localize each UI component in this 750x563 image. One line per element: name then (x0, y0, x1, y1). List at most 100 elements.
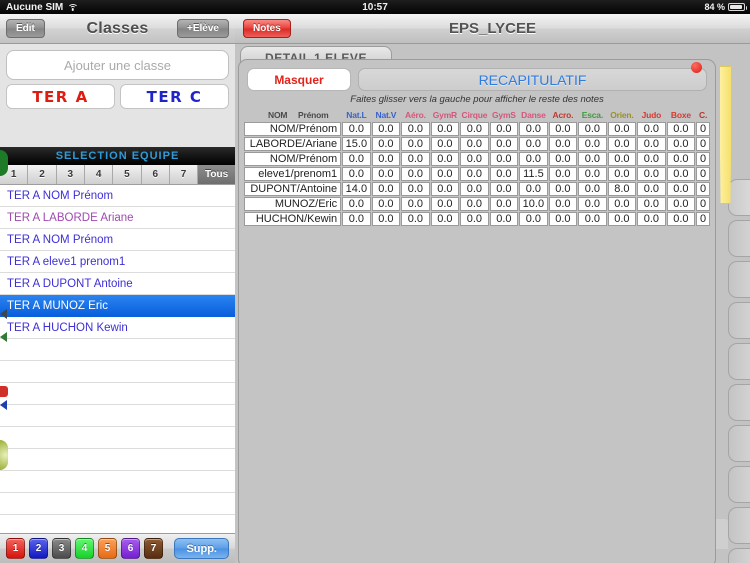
grade-cell[interactable]: 0.0 (578, 122, 607, 136)
table-row[interactable]: NOM/Prénom 0.0 0.0 0.0 0.0 0.0 0.0 0.0 0… (244, 122, 710, 136)
grade-cell[interactable]: 0.0 (371, 152, 401, 166)
grade-cell[interactable]: 0.0 (578, 152, 607, 166)
grade-cell[interactable]: 0.0 (430, 152, 460, 166)
column-header-gyms[interactable]: GymS (490, 110, 519, 121)
grade-cell[interactable]: 0.0 (548, 182, 578, 196)
table-row[interactable]: eleve1/prenom1 0.0 0.0 0.0 0.0 0.0 0.0 1… (244, 167, 710, 181)
list-item[interactable]: TER A NOM Prénom (0, 229, 235, 251)
bookmark-tab-icon[interactable] (719, 66, 732, 204)
grade-cell[interactable]: 0 (696, 212, 710, 226)
side-tab[interactable] (728, 384, 750, 421)
column-header-gymr[interactable]: GymR (431, 110, 460, 121)
grade-cell[interactable]: 14.0 (342, 182, 371, 196)
grade-cell[interactable]: 0 (696, 137, 710, 151)
grade-cell[interactable]: 0.0 (401, 167, 430, 181)
column-header-cirque[interactable]: Cirque (460, 110, 489, 121)
table-row[interactable]: MUNOZ/Eric 0.0 0.0 0.0 0.0 0.0 0.0 10.0 … (244, 197, 710, 211)
grade-cell[interactable]: 0.0 (519, 137, 548, 151)
grade-cell[interactable]: 0.0 (430, 182, 460, 196)
side-tab[interactable] (728, 507, 750, 544)
grade-cell[interactable]: 0.0 (578, 212, 607, 226)
grade-cell[interactable]: 0.0 (401, 152, 430, 166)
grade-cell[interactable]: 0.0 (489, 167, 519, 181)
grade-cell[interactable]: 0.0 (607, 212, 637, 226)
grade-cell[interactable]: 0.0 (666, 137, 696, 151)
grade-cell[interactable]: 10.0 (519, 197, 548, 211)
grade-cell[interactable]: 11.5 (519, 167, 548, 181)
green-arrow-marker-icon[interactable] (0, 332, 7, 342)
grade-cell[interactable]: 0.0 (666, 122, 696, 136)
grade-cell[interactable]: 0.0 (578, 197, 607, 211)
grade-cell[interactable]: 0.0 (578, 182, 607, 196)
grade-cell[interactable]: 0.0 (519, 182, 548, 196)
list-item-selected[interactable]: TER A MUNOZ Eric (0, 295, 235, 317)
grade-cell[interactable]: 0.0 (342, 212, 371, 226)
side-tab[interactable] (728, 548, 750, 563)
grade-cell[interactable]: 0.0 (519, 152, 548, 166)
grade-cell[interactable]: 0.0 (401, 122, 430, 136)
segment-6[interactable]: 6 (141, 165, 170, 184)
grade-cell[interactable]: 0.0 (489, 122, 519, 136)
grade-cell[interactable]: 8.0 (607, 182, 637, 196)
column-header-nat-v[interactable]: Nat.V (372, 110, 401, 121)
segment-tous[interactable]: Tous (198, 165, 235, 184)
add-student-button[interactable]: +Elève (177, 19, 229, 38)
grade-cell[interactable]: 0.0 (401, 182, 430, 196)
grade-cell[interactable]: 0.0 (607, 137, 637, 151)
grade-cell[interactable]: 0.0 (401, 137, 430, 151)
column-header-esca[interactable]: Esca. (578, 110, 607, 121)
team-color-button-2[interactable]: 2 (29, 538, 48, 559)
side-tab[interactable] (728, 343, 750, 380)
grade-cell[interactable]: 0.0 (489, 182, 519, 196)
dark-arrow-marker-icon[interactable] (0, 309, 7, 319)
grade-cell[interactable]: 0.0 (666, 197, 696, 211)
red-marker-icon[interactable] (0, 386, 8, 397)
grade-cell[interactable]: 0.0 (371, 122, 401, 136)
compass-marker-icon[interactable] (0, 440, 8, 470)
grade-cell[interactable]: 0.0 (637, 122, 666, 136)
table-row[interactable]: HUCHON/Kewin 0.0 0.0 0.0 0.0 0.0 0.0 0.0… (244, 212, 710, 226)
class-chip-ter-c[interactable]: TER C (120, 84, 229, 109)
grade-cell[interactable]: 0 (696, 197, 710, 211)
segment-5[interactable]: 5 (113, 165, 142, 184)
grade-cell[interactable]: 0.0 (637, 212, 666, 226)
edit-button[interactable]: Edit (6, 19, 45, 38)
grade-cell[interactable]: 0.0 (637, 197, 666, 211)
column-header-danse[interactable]: Danse (519, 110, 548, 121)
grade-cell[interactable]: 0.0 (637, 152, 666, 166)
grade-cell[interactable]: 0.0 (637, 137, 666, 151)
notes-button[interactable]: Notes (243, 19, 291, 38)
grade-cell[interactable]: 0 (696, 122, 710, 136)
grade-cell[interactable]: 0.0 (460, 197, 489, 211)
grade-cell[interactable]: 0.0 (430, 137, 460, 151)
side-tab[interactable] (728, 466, 750, 503)
grade-cell[interactable]: 0.0 (548, 137, 578, 151)
grade-cell[interactable]: 0.0 (578, 137, 607, 151)
team-color-button-4[interactable]: 4 (75, 538, 94, 559)
grade-cell[interactable]: 0.0 (342, 122, 371, 136)
grade-cell[interactable]: 0.0 (607, 152, 637, 166)
team-color-button-6[interactable]: 6 (121, 538, 140, 559)
grade-cell[interactable]: 0.0 (460, 167, 489, 181)
grade-cell[interactable]: 0 (696, 167, 710, 181)
team-color-button-3[interactable]: 3 (52, 538, 71, 559)
grade-cell[interactable]: 0.0 (460, 212, 489, 226)
class-chip-ter-a[interactable]: TER A (6, 84, 115, 109)
delete-button[interactable]: Supp. (174, 538, 229, 559)
grade-cell[interactable]: 0.0 (371, 197, 401, 211)
side-tab[interactable] (728, 425, 750, 462)
column-header-boxe[interactable]: Boxe (667, 110, 696, 121)
grade-cell[interactable]: 0.0 (489, 137, 519, 151)
grade-cell[interactable]: 0.0 (666, 212, 696, 226)
grade-cell[interactable]: 0.0 (548, 212, 578, 226)
grade-cell[interactable]: 0.0 (489, 197, 519, 211)
grade-cell[interactable]: 0.0 (430, 122, 460, 136)
team-segment-control[interactable]: 1 2 3 4 5 6 7 Tous (0, 165, 235, 185)
grade-cell[interactable]: 0.0 (430, 197, 460, 211)
column-header-orien[interactable]: Orien. (608, 110, 637, 121)
grade-cell[interactable]: 0.0 (371, 182, 401, 196)
grade-cell[interactable]: 0.0 (371, 167, 401, 181)
grade-cell[interactable]: 0.0 (666, 182, 696, 196)
grade-cell[interactable]: 0.0 (637, 182, 666, 196)
grade-cell[interactable]: 0.0 (460, 122, 489, 136)
